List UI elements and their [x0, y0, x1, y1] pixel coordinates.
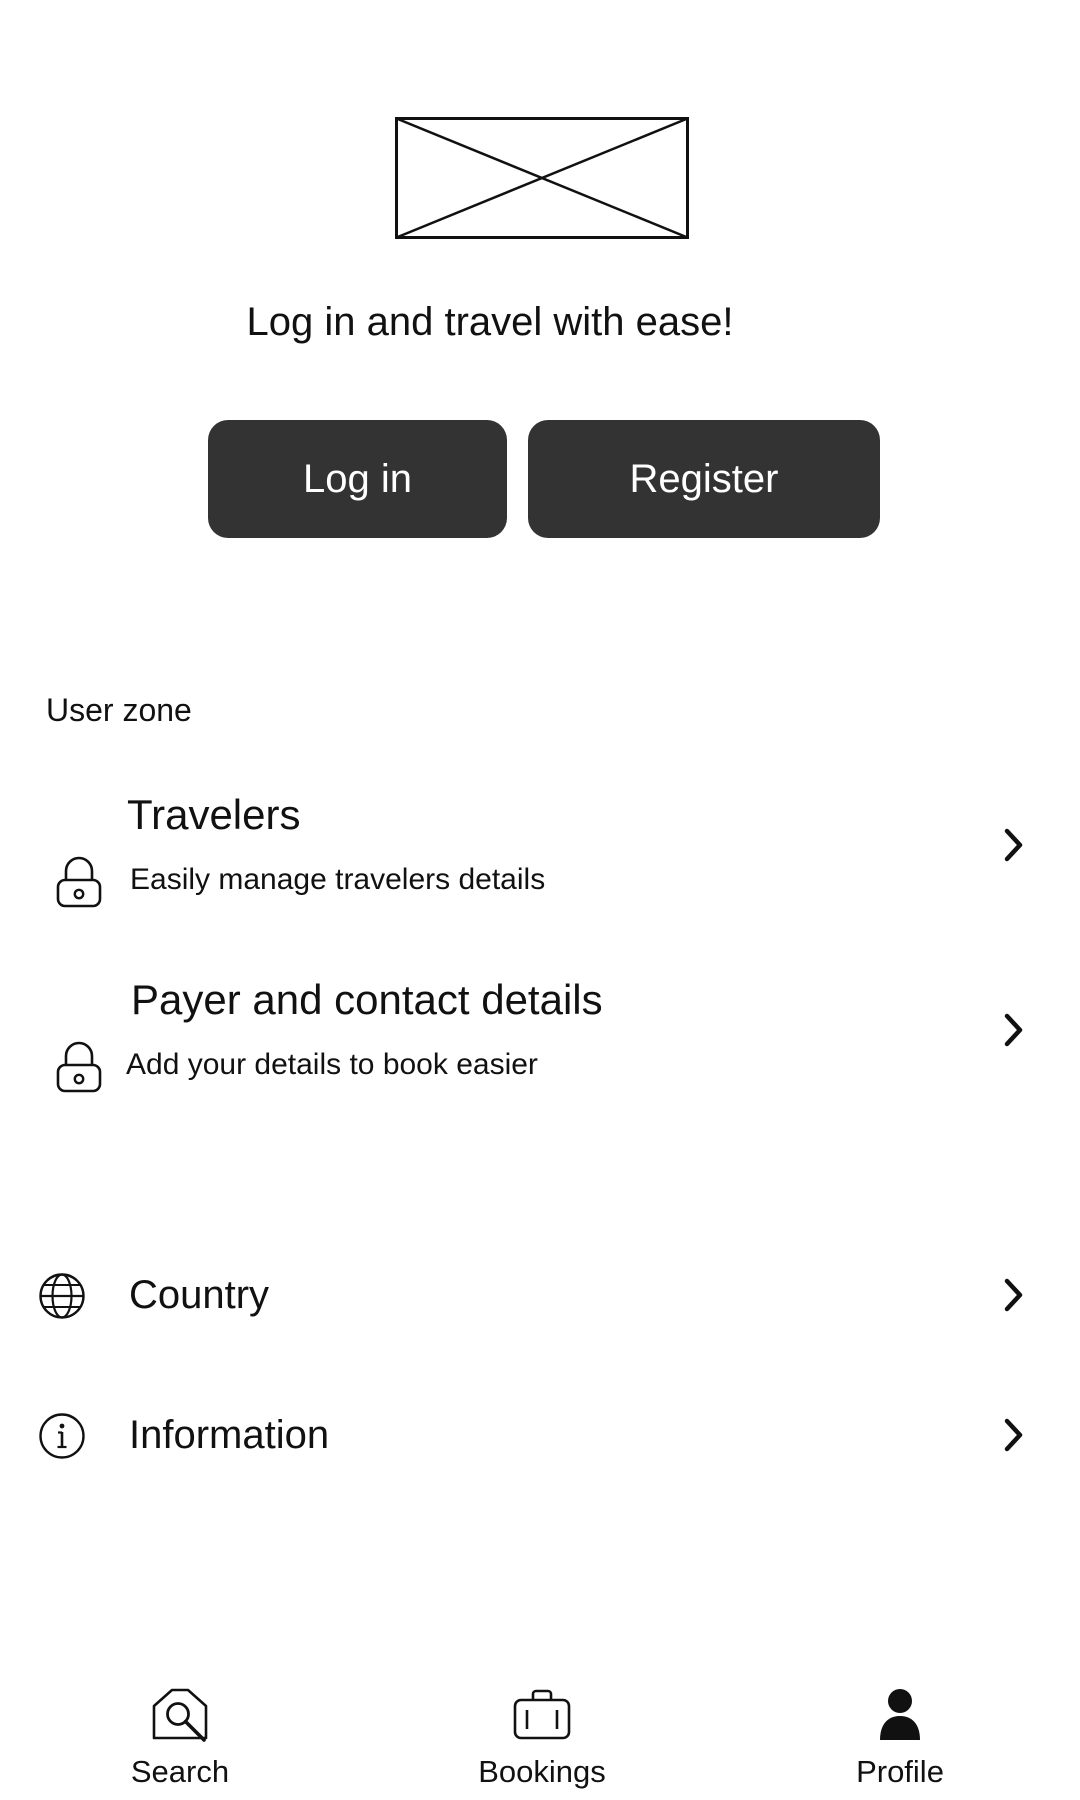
chevron-right-icon: [998, 825, 1028, 865]
register-button[interactable]: Register: [528, 420, 880, 538]
travelers-title: Travelers: [127, 791, 301, 838]
nav-profile-label: Profile: [856, 1754, 944, 1789]
profile-icon: [870, 1686, 930, 1744]
logo-placeholder-icon: [395, 117, 689, 239]
information-row[interactable]: Information: [0, 1385, 1080, 1485]
info-icon: [38, 1412, 86, 1460]
nav-profile[interactable]: Profile: [800, 1670, 1000, 1800]
nav-search-label: Search: [130, 1754, 230, 1789]
chevron-right-icon: [998, 1415, 1028, 1455]
travelers-row[interactable]: Travelers Easily manage travelers detail…: [0, 780, 1080, 910]
user-zone-heading: User zone: [46, 692, 192, 728]
travelers-subtitle: Easily manage travelers details: [130, 863, 546, 896]
login-button[interactable]: Log in: [208, 420, 507, 538]
briefcase-icon: [512, 1686, 572, 1744]
country-label: Country: [129, 1273, 270, 1317]
search-icon: [150, 1686, 210, 1744]
lock-icon: [55, 1041, 103, 1093]
information-label: Information: [129, 1413, 330, 1457]
chevron-right-icon: [998, 1275, 1028, 1315]
payer-contact-row[interactable]: Payer and contact details Add your detai…: [0, 965, 1080, 1095]
nav-bookings[interactable]: Bookings: [442, 1670, 642, 1800]
tagline: Log in and travel with ease!: [246, 300, 734, 344]
nav-search[interactable]: Search: [80, 1670, 280, 1800]
nav-bookings-label: Bookings: [478, 1754, 606, 1789]
lock-icon: [55, 856, 103, 908]
payer-contact-subtitle: Add your details to book easier: [126, 1048, 538, 1081]
chevron-right-icon: [998, 1010, 1028, 1050]
globe-icon: [38, 1272, 86, 1320]
payer-contact-title: Payer and contact details: [131, 976, 603, 1023]
country-row[interactable]: Country: [0, 1245, 1080, 1345]
bottom-nav: Search Bookings Profile: [0, 1670, 1080, 1800]
